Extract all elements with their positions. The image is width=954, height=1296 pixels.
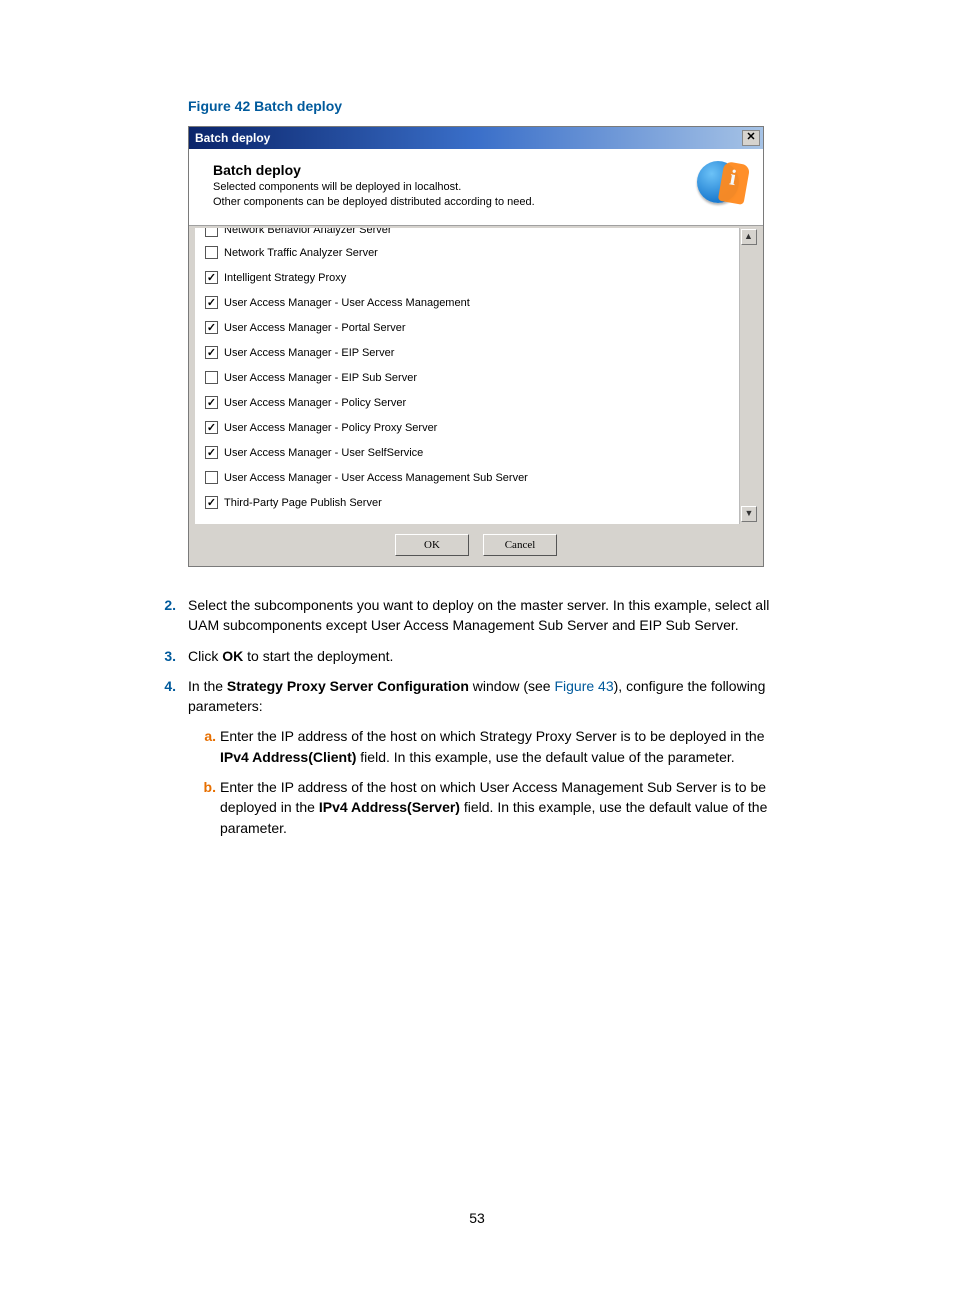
- checkbox-icon[interactable]: [205, 496, 218, 509]
- list-item[interactable]: User Access Manager - Policy Proxy Serve…: [205, 415, 733, 440]
- substep-letter: a.: [188, 726, 216, 767]
- step-number: 3.: [152, 646, 176, 666]
- item-label: User Access Manager - EIP Server: [224, 347, 394, 359]
- item-label: User Access Manager - User Access Manage…: [224, 472, 528, 484]
- info-icon: [695, 159, 749, 213]
- text: field. In this example, use the default …: [356, 749, 734, 765]
- batch-deploy-dialog: Batch deploy ✕ Batch deploy Selected com…: [188, 126, 764, 567]
- checkbox-icon[interactable]: [205, 321, 218, 334]
- substep-a-text: Enter the IP address of the host on whic…: [220, 726, 774, 767]
- checkbox-icon[interactable]: [205, 421, 218, 434]
- text: window (see: [469, 678, 555, 694]
- step-2-text: Select the subcomponents you want to dep…: [188, 595, 774, 636]
- item-label: Third-Party Page Publish Server: [224, 497, 382, 509]
- item-label: User Access Manager - User SelfService: [224, 447, 423, 459]
- instruction-text: 2. Select the subcomponents you want to …: [188, 595, 804, 848]
- list-item[interactable]: User Access Manager - Portal Server: [205, 315, 733, 340]
- item-label: User Access Manager - Policy Server: [224, 397, 406, 409]
- item-label: User Access Manager - User Access Manage…: [224, 297, 470, 309]
- checkbox-icon[interactable]: [205, 246, 218, 259]
- checkbox-icon[interactable]: [205, 346, 218, 359]
- item-label: Network Traffic Analyzer Server: [224, 247, 378, 259]
- list-item[interactable]: Network Behavior Analyzer Server: [205, 228, 733, 240]
- dialog-header: Batch deploy Selected components will be…: [189, 149, 763, 226]
- page-number: 53: [0, 1210, 954, 1226]
- list-item[interactable]: User Access Manager - User SelfService: [205, 440, 733, 465]
- bold-text: Strategy Proxy Server Configuration: [227, 678, 469, 694]
- close-button[interactable]: ✕: [742, 130, 760, 146]
- figure-43-link[interactable]: Figure 43: [554, 678, 613, 694]
- component-list: Network Behavior Analyzer Server Network …: [195, 228, 757, 524]
- scrollbar[interactable]: ▲ ▼: [739, 228, 757, 524]
- checkbox-icon[interactable]: [205, 396, 218, 409]
- list-item[interactable]: User Access Manager - EIP Sub Server: [205, 365, 733, 390]
- ok-button[interactable]: OK: [395, 534, 469, 556]
- list-item[interactable]: User Access Manager - EIP Server: [205, 340, 733, 365]
- text: to start the deployment.: [243, 648, 393, 664]
- text: Enter the IP address of the host on whic…: [220, 728, 765, 744]
- step-3-text: Click OK to start the deployment.: [188, 646, 774, 666]
- cancel-button[interactable]: Cancel: [483, 534, 557, 556]
- checkbox-icon[interactable]: [205, 271, 218, 284]
- scroll-down-button[interactable]: ▼: [741, 506, 757, 522]
- item-label: User Access Manager - Portal Server: [224, 322, 406, 334]
- scroll-up-button[interactable]: ▲: [741, 229, 757, 245]
- list-item[interactable]: Intelligent Strategy Proxy: [205, 265, 733, 290]
- bold-text: OK: [222, 648, 243, 664]
- text: In the: [188, 678, 227, 694]
- step-number: 4.: [152, 676, 176, 848]
- bold-text: IPv4 Address(Server): [319, 799, 460, 815]
- text: Click: [188, 648, 222, 664]
- dialog-title: Batch deploy: [195, 131, 270, 145]
- item-label: Intelligent Strategy Proxy: [224, 272, 346, 284]
- header-line-1: Selected components will be deployed in …: [213, 180, 535, 195]
- checkbox-icon[interactable]: [205, 446, 218, 459]
- list-item[interactable]: Third-Party Page Publish Server: [205, 490, 733, 515]
- step-4-text: In the Strategy Proxy Server Configurati…: [188, 676, 774, 848]
- checkbox-icon[interactable]: [205, 471, 218, 484]
- list-item[interactable]: Network Traffic Analyzer Server: [205, 240, 733, 265]
- list-item[interactable]: User Access Manager - User Access Manage…: [205, 290, 733, 315]
- step-number: 2.: [152, 595, 176, 636]
- header-line-2: Other components can be deployed distrib…: [213, 195, 535, 210]
- dialog-titlebar: Batch deploy ✕: [189, 127, 763, 149]
- list-item[interactable]: User Access Manager - Policy Server: [205, 390, 733, 415]
- dialog-buttons: OK Cancel: [189, 524, 763, 566]
- list-item[interactable]: User Access Manager - User Access Manage…: [205, 465, 733, 490]
- item-label: User Access Manager - Policy Proxy Serve…: [224, 422, 437, 434]
- bold-text: IPv4 Address(Client): [220, 749, 356, 765]
- item-label: User Access Manager - EIP Sub Server: [224, 372, 417, 384]
- substep-b-text: Enter the IP address of the host on whic…: [220, 777, 774, 838]
- checkbox-icon[interactable]: [205, 228, 218, 237]
- item-label: Network Behavior Analyzer Server: [224, 228, 392, 236]
- header-title: Batch deploy: [213, 162, 535, 178]
- checkbox-icon[interactable]: [205, 371, 218, 384]
- checkbox-icon[interactable]: [205, 296, 218, 309]
- figure-caption: Figure 42 Batch deploy: [188, 98, 804, 114]
- substep-letter: b.: [188, 777, 216, 838]
